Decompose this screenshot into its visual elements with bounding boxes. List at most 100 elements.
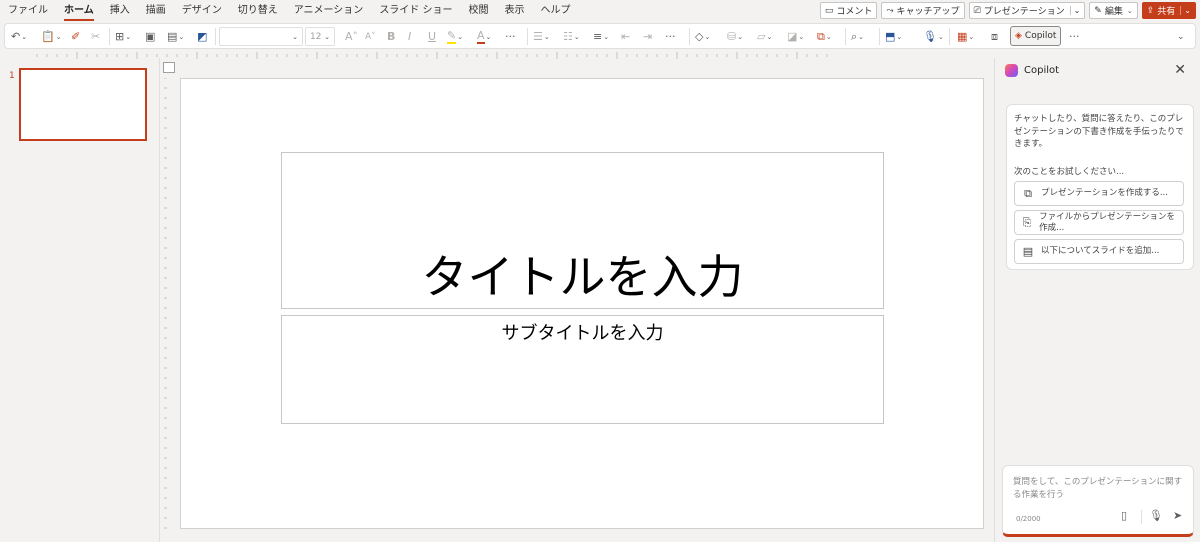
header-actions: ▭ コメント ⤳ キャッチアップ ⎚ プレゼンテーション ⌄ ✎ 編集 ⌄ ⇪ … bbox=[819, 2, 1196, 19]
comment-icon: ▭ bbox=[824, 5, 834, 16]
tab-slideshow[interactable]: スライド ショー bbox=[371, 0, 460, 22]
title-placeholder[interactable]: タイトルを入力 bbox=[281, 152, 884, 309]
chevron-down-icon: ⌄ bbox=[798, 32, 805, 41]
suggestion-create-presentation[interactable]: ⧉ プレゼンテーションを作成する... bbox=[1014, 181, 1184, 206]
slide-thumbnail[interactable] bbox=[19, 68, 147, 141]
slide-designer-button[interactable]: ⧈ bbox=[991, 27, 998, 46]
designer-button[interactable]: ◩ bbox=[197, 27, 207, 46]
collapse-ribbon-button[interactable]: ⌄ bbox=[1177, 27, 1185, 46]
send-icon[interactable]: ➤ bbox=[1173, 509, 1182, 522]
tab-review[interactable]: 校閲 bbox=[461, 0, 497, 22]
ribbon-toolbar: ↶ ⌄ 📋 ⌄ ✐ ✂ ⊞ ⌄ ▣ ▤ ⌄ ◩ ⌄ 12 ⌄ A˄ A˅ B I U ✎ ⌄… bbox=[4, 23, 1196, 49]
italic-button[interactable]: I bbox=[408, 27, 411, 46]
prompt-guide-icon[interactable]: ▯ bbox=[1121, 509, 1127, 522]
shape-effects-button[interactable]: ◪ ⌄ bbox=[787, 27, 804, 46]
decrease-indent-button[interactable]: ⇤ bbox=[621, 27, 630, 46]
menu-bar: ファイル ホーム 挿入 描画 デザイン 切り替え アニメーション スライド ショ… bbox=[0, 0, 1200, 22]
fill-bucket-icon: ⛁ bbox=[727, 30, 737, 43]
close-icon[interactable]: ✕ bbox=[1174, 62, 1186, 78]
tab-view[interactable]: 表示 bbox=[497, 0, 533, 22]
ruler-toggle-button[interactable] bbox=[163, 62, 175, 73]
chevron-down-icon: ⌄ bbox=[573, 32, 580, 41]
more-icon: ··· bbox=[1069, 30, 1080, 43]
ribbon-divider bbox=[689, 28, 690, 45]
more-paragraph-button[interactable]: ··· bbox=[665, 27, 676, 46]
suggestion-create-from-file[interactable]: ⎘ ファイルからプレゼンテーションを作成... bbox=[1014, 210, 1184, 235]
subtitle-placeholder[interactable]: サブタイトルを入力 bbox=[281, 315, 884, 424]
format-painter-button[interactable]: ✐ bbox=[71, 27, 80, 46]
chevron-down-icon: ⌄ bbox=[178, 32, 185, 41]
edit-mode-button[interactable]: ✎ 編集 ⌄ bbox=[1089, 2, 1138, 19]
tab-insert[interactable]: 挿入 bbox=[102, 0, 138, 22]
align-button[interactable]: ≡ ⌄ bbox=[593, 27, 609, 46]
bold-icon: B bbox=[387, 30, 396, 43]
new-slide-button[interactable]: ⊞ ⌄ bbox=[115, 27, 131, 46]
new-slide-icon: ⊞ bbox=[115, 30, 125, 43]
comment-button[interactable]: ▭ コメント bbox=[819, 2, 878, 19]
tab-help[interactable]: ヘルプ bbox=[533, 0, 579, 22]
italic-icon: I bbox=[408, 30, 412, 43]
tab-animations[interactable]: アニメーション bbox=[286, 0, 372, 22]
char-count: 0/2000 bbox=[1016, 515, 1041, 523]
dictate-button[interactable]: 🎙 ⌄ bbox=[923, 27, 944, 46]
reuse-slides-button[interactable]: ▣ bbox=[145, 27, 155, 46]
share-dropdown-icon[interactable]: ⌄ bbox=[1180, 6, 1191, 15]
tab-home[interactable]: ホーム bbox=[56, 0, 102, 22]
layout-button[interactable]: ▤ ⌄ bbox=[167, 27, 184, 46]
cut-button[interactable]: ✂ bbox=[91, 27, 100, 46]
slide-canvas[interactable]: タイトルを入力 サブタイトルを入力 bbox=[180, 78, 984, 529]
reuse-slides-icon: ▣ bbox=[145, 30, 156, 43]
copilot-ribbon-label: Copilot bbox=[1024, 31, 1057, 41]
arrange-button[interactable]: ⧉ ⌄ bbox=[817, 27, 832, 46]
present-button[interactable]: ⎚ プレゼンテーション ⌄ bbox=[968, 2, 1086, 19]
chevron-down-icon: ⌄ bbox=[937, 32, 944, 41]
share-icon: ⇪ bbox=[1146, 5, 1155, 16]
chevron-down-icon: ⌄ bbox=[485, 32, 492, 41]
addins-button[interactable]: ▦ ⌄ bbox=[957, 27, 974, 46]
share-button[interactable]: ⇪ 共有 ⌄ bbox=[1141, 2, 1196, 19]
chevron-down-icon: ⌄ bbox=[603, 32, 610, 41]
tab-transitions[interactable]: 切り替え bbox=[230, 0, 286, 22]
shapes-button[interactable]: ◇ ⌄ bbox=[695, 27, 710, 46]
bold-button[interactable]: B bbox=[387, 27, 395, 46]
suggestion-add-slide[interactable]: ▤ 以下についてスライドを追加... bbox=[1014, 239, 1184, 264]
suggestion-label: 以下についてスライドを追加... bbox=[1041, 246, 1160, 256]
present-dropdown-icon[interactable]: ⌄ bbox=[1069, 6, 1080, 15]
grow-font-button[interactable]: A˄ bbox=[345, 27, 358, 46]
chevron-down-icon: ⌄ bbox=[704, 32, 711, 41]
bullets-button[interactable]: ☰ ⌄ bbox=[533, 27, 550, 46]
designer-ideas-button[interactable]: ⬒ ⌄ bbox=[885, 27, 902, 46]
shape-fill-button[interactable]: ⛁ ⌄ bbox=[727, 27, 743, 46]
paste-button[interactable]: 📋 ⌄ bbox=[41, 27, 62, 46]
copilot-ribbon-button[interactable]: ◈ Copilot bbox=[1010, 26, 1062, 46]
add-slide-icon: ▤ bbox=[1022, 245, 1034, 258]
find-button[interactable]: ⌕ ⌄ bbox=[851, 27, 864, 46]
catchup-button[interactable]: ⤳ キャッチアップ bbox=[881, 2, 965, 19]
underline-button[interactable]: U bbox=[428, 27, 436, 46]
chevron-down-icon: ⌄ bbox=[737, 32, 744, 41]
shrink-font-button[interactable]: A˅ bbox=[365, 27, 376, 46]
microphone-icon[interactable]: 🎙 bbox=[1149, 509, 1163, 522]
numbering-button[interactable]: ☷ ⌄ bbox=[563, 27, 580, 46]
tab-file[interactable]: ファイル bbox=[0, 0, 56, 22]
font-name-select[interactable]: ⌄ bbox=[219, 27, 303, 46]
highlight-button[interactable]: ✎ ⌄ bbox=[447, 27, 463, 46]
file-search-icon: ⎘ bbox=[1022, 216, 1032, 229]
more-font-button[interactable]: ··· bbox=[505, 27, 516, 46]
input-divider bbox=[1141, 510, 1142, 524]
undo-button[interactable]: ↶ ⌄ bbox=[11, 27, 27, 46]
more-options-button[interactable]: ··· bbox=[1069, 27, 1080, 46]
copilot-chat-input[interactable]: 質問をして、このプレゼンテーションに関する作業を行う 0/2000 ▯ 🎙 ➤ bbox=[1002, 465, 1194, 537]
scissors-icon: ✂ bbox=[91, 30, 101, 43]
microphone-icon: 🎙 bbox=[923, 30, 937, 43]
font-size-select[interactable]: 12 ⌄ bbox=[305, 27, 335, 46]
shape-outline-button[interactable]: ▱ ⌄ bbox=[757, 27, 772, 46]
suggestion-label: ファイルからプレゼンテーションを作成... bbox=[1039, 211, 1175, 233]
tab-design[interactable]: デザイン bbox=[174, 0, 230, 22]
increase-indent-button[interactable]: ⇥ bbox=[643, 27, 652, 46]
addins-icon: ▦ bbox=[957, 30, 968, 43]
highlighter-icon: ✎ bbox=[447, 29, 457, 44]
tab-draw[interactable]: 描画 bbox=[138, 0, 174, 22]
edit-mode-label: 編集 bbox=[1104, 7, 1123, 17]
font-color-button[interactable]: A ⌄ bbox=[477, 27, 491, 46]
